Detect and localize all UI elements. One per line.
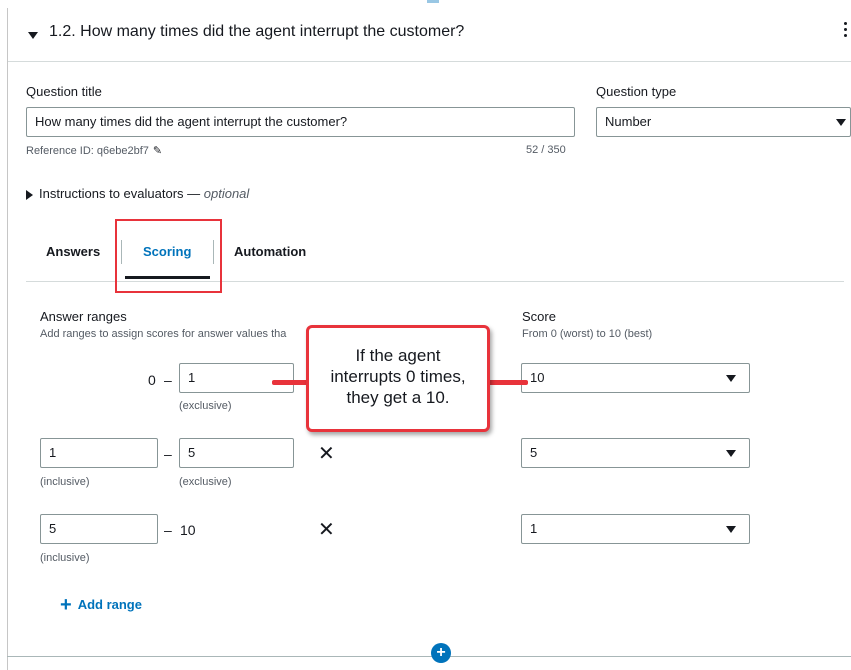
range-1-to-input[interactable]: 1 — [179, 363, 294, 393]
instructions-toggle[interactable]: Instructions to evaluators — optional — [26, 186, 249, 201]
range-3-dash: – — [164, 522, 172, 538]
callout-line-2: interrupts 0 times, — [330, 367, 466, 386]
range-2-score-value: 5 — [530, 445, 538, 460]
range-3-score-value: 1 — [530, 521, 538, 536]
optional-text: optional — [203, 186, 250, 201]
chevron-down-icon[interactable] — [726, 450, 736, 457]
caret-down-icon[interactable] — [28, 32, 38, 39]
char-count: 52 / 350 — [526, 144, 566, 156]
caret-right-icon — [26, 189, 33, 200]
range-1-from: 0 — [148, 372, 156, 388]
scoring-tab-highlight — [115, 219, 222, 293]
add-question-icon[interactable]: + — [431, 643, 451, 663]
answer-ranges-desc: Add ranges to assign scores for answer v… — [40, 328, 287, 340]
range-2-to-hint: (exclusive) — [179, 476, 232, 488]
range-3-score-select[interactable]: 1 — [521, 514, 750, 544]
callout-line-3: they get a 10. — [346, 388, 450, 407]
question-type-select[interactable]: Number — [596, 107, 851, 137]
question-type-value: Number — [605, 114, 652, 129]
callout-connector-right — [488, 380, 528, 385]
range-1-score-value: 10 — [530, 370, 545, 385]
tab-automation[interactable]: Automation — [234, 244, 306, 259]
range-2-from-hint: (inclusive) — [40, 476, 90, 488]
add-range-label: Add range — [77, 597, 142, 612]
range-2-to-input[interactable]: 5 — [179, 438, 294, 468]
range-2-score-select[interactable]: 5 — [521, 438, 750, 468]
range-3-to: 10 — [180, 522, 196, 538]
callout-connector-left — [272, 380, 308, 385]
question-heading: 1.2. How many times did the agent interr… — [49, 23, 465, 40]
reference-id-text: Reference ID: q6ebe2bf7 — [26, 145, 149, 157]
more-options-icon[interactable] — [844, 22, 848, 40]
answer-ranges-title: Answer ranges — [40, 309, 127, 324]
tab-answers[interactable]: Answers — [46, 244, 100, 259]
instructions-label: Instructions to evaluators — — [39, 186, 201, 201]
range-1-score-select[interactable]: 10 — [521, 363, 750, 393]
question-title-input[interactable]: How many times did the agent interrupt t… — [26, 107, 575, 137]
remove-range-2-icon[interactable]: ✕ — [318, 441, 335, 466]
callout-line-1: If the agent — [355, 346, 441, 365]
range-1-dash: – — [164, 372, 172, 388]
chevron-down-icon[interactable] — [726, 526, 736, 533]
remove-range-3-icon[interactable]: ✕ — [318, 517, 335, 542]
annotation-callout: If the agent interrupts 0 times, they ge… — [306, 325, 490, 432]
range-3-from-input[interactable]: 5 — [40, 514, 158, 544]
question-header[interactable]: 1.2. How many times did the agent interr… — [8, 8, 851, 62]
plus-icon: + — [60, 594, 72, 616]
chevron-down-icon[interactable] — [836, 119, 846, 126]
pencil-icon[interactable]: ✎ — [153, 144, 162, 157]
range-2-dash: – — [164, 446, 172, 462]
question-type-label: Question type — [596, 84, 677, 99]
chevron-down-icon[interactable] — [726, 375, 736, 382]
bottom-divider — [7, 656, 851, 657]
range-3-from-hint: (inclusive) — [40, 552, 90, 564]
score-desc: From 0 (worst) to 10 (best) — [522, 328, 653, 340]
score-title: Score — [522, 309, 556, 324]
range-1-to-hint: (exclusive) — [179, 400, 232, 412]
top-accent-mark — [427, 0, 439, 3]
reference-id: Reference ID: q6ebe2bf7 ✎ — [26, 144, 162, 157]
add-range-button[interactable]: + Add range — [60, 594, 142, 617]
range-2-from-input[interactable]: 1 — [40, 438, 158, 468]
question-title-label: Question title — [26, 84, 102, 99]
